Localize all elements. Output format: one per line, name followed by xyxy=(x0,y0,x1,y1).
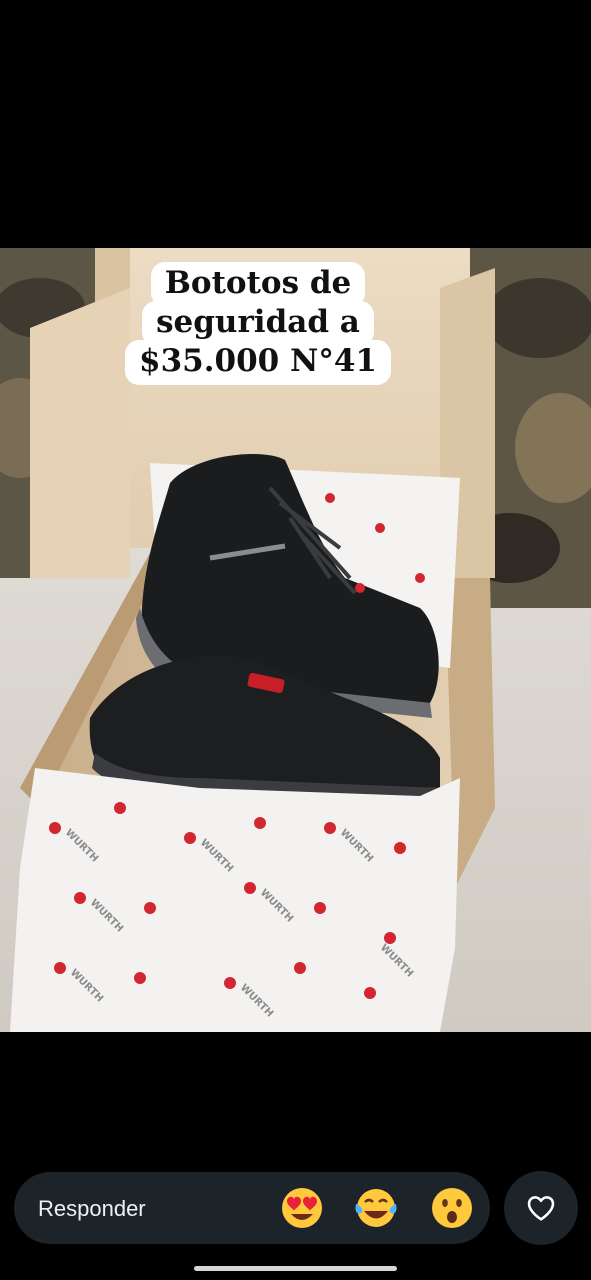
story-viewer[interactable]: WURTH WURTH WURTH WURTH WURTH WURTH WURT… xyxy=(0,0,591,1160)
reply-input[interactable]: Responder xyxy=(14,1172,490,1244)
caption-line: $35.000 N°41 xyxy=(125,340,391,385)
heart-outline-icon xyxy=(527,1196,555,1221)
heart-eyes-emoji-icon[interactable] xyxy=(280,1186,324,1230)
home-indicator xyxy=(194,1266,397,1271)
story-caption: Bototos de seguridad a $35.000 N°41 xyxy=(123,262,393,385)
surprised-emoji-icon[interactable] xyxy=(430,1186,474,1230)
like-button[interactable] xyxy=(504,1171,578,1245)
tears-of-joy-emoji-icon[interactable] xyxy=(354,1186,398,1230)
reply-placeholder: Responder xyxy=(38,1196,146,1221)
